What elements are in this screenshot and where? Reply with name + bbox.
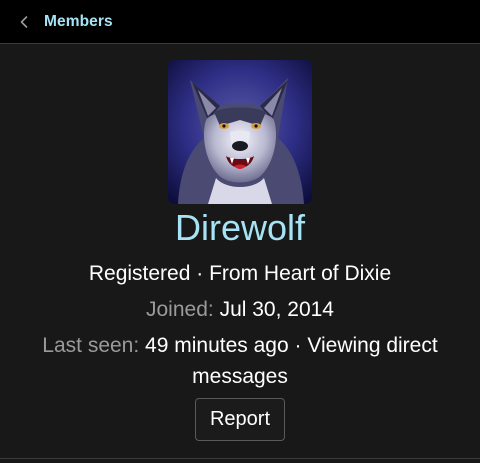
report-button[interactable]: Report [195, 398, 285, 441]
member-role: Registered [88, 262, 191, 285]
divider [0, 458, 480, 459]
joined-label: Joined: [146, 298, 214, 321]
avatar[interactable] [168, 60, 312, 204]
member-location: From Heart of Dixie [209, 262, 392, 285]
member-role-location: Registered · From Heart of Dixie [0, 258, 480, 289]
separator: · [196, 262, 204, 285]
username: Direwolf [174, 207, 306, 248]
last-seen-label: Last seen: [42, 334, 140, 357]
separator: · [294, 334, 302, 357]
last-seen-value: 49 minutes ago [145, 334, 289, 357]
members-back-label: Members [44, 12, 113, 30]
last-seen-line: Last seen: 49 minutes ago · Viewing dire… [0, 330, 480, 392]
top-nav-bar: Members [0, 0, 480, 44]
joined-line: Joined: Jul 30, 2014 [0, 294, 480, 325]
joined-date: Jul 30, 2014 [219, 298, 334, 321]
chevron-left-icon [20, 15, 28, 28]
wolf-avatar-image [168, 60, 312, 204]
members-back-link[interactable]: Members [0, 0, 113, 44]
